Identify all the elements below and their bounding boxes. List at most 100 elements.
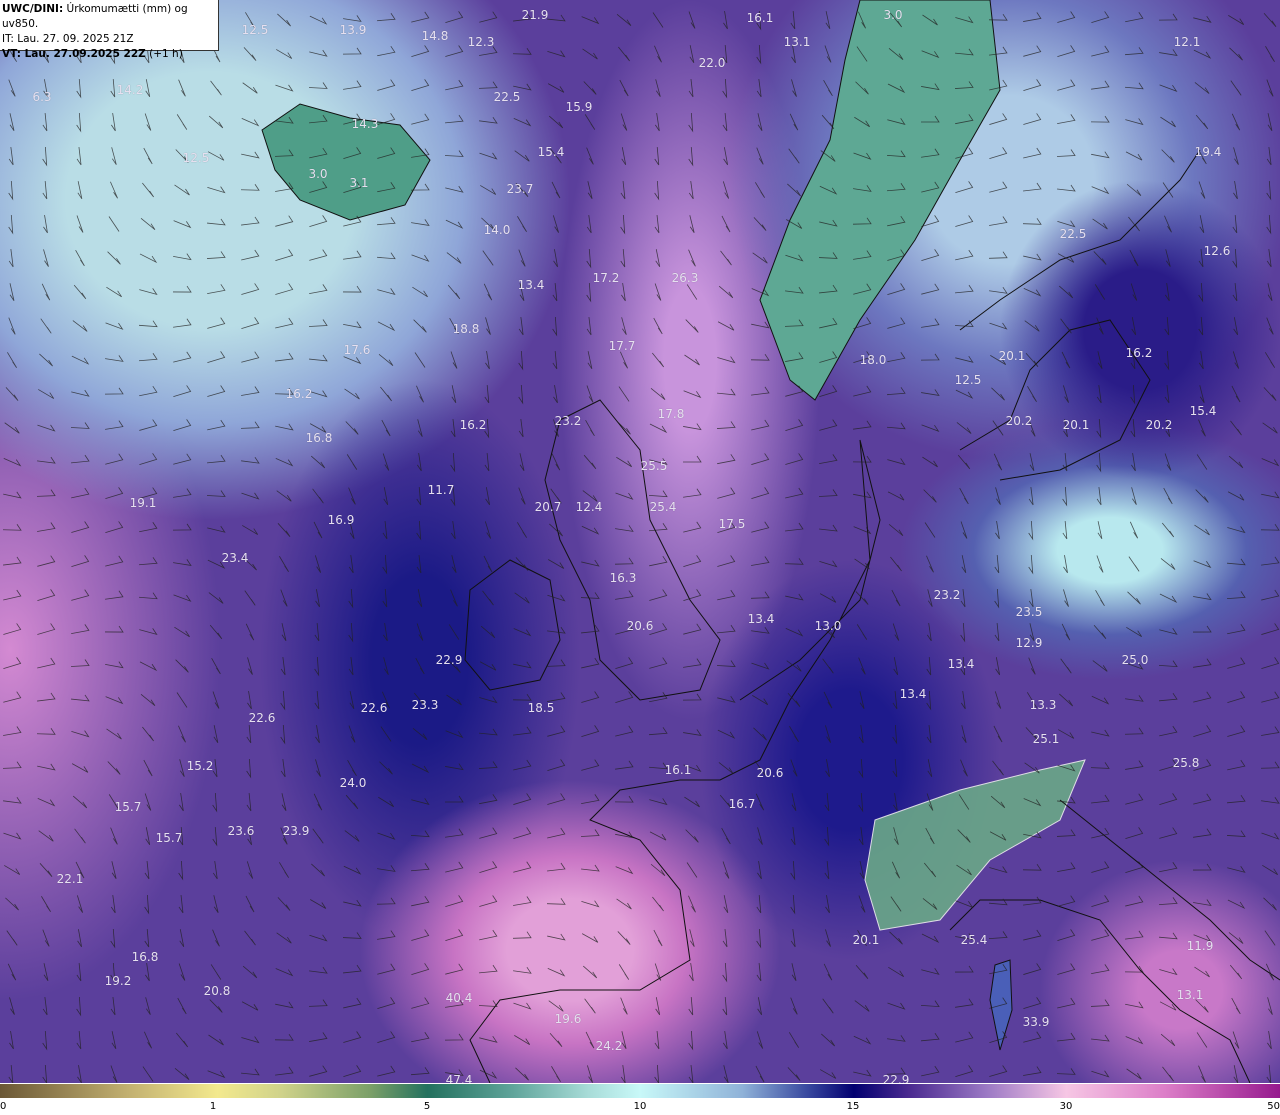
wind-barb: [447, 284, 461, 300]
wind-barb: [926, 555, 934, 573]
wind-barb: [553, 249, 558, 268]
wind-barb: [1198, 282, 1204, 303]
wind-barb: [36, 728, 56, 735]
wind-barb: [144, 113, 152, 131]
wind-barb: [3, 657, 22, 670]
wind-barb: [753, 727, 767, 741]
wind-barb: [956, 422, 972, 434]
wind-barb: [77, 1065, 82, 1083]
wind-barb: [1023, 79, 1042, 92]
wind-barb: [1164, 453, 1172, 471]
wind-barb: [1091, 964, 1110, 974]
wind-barb: [174, 1068, 190, 1080]
precipitable-water-map[interactable]: 21.9 16.1 3.0 12.5 13.9 14.8 12.3 13.1 12.1 22.0 6…: [0, 0, 1280, 1083]
wind-barb: [960, 521, 968, 539]
wind-barb: [790, 759, 798, 777]
wind-barb: [1231, 997, 1241, 1015]
wind-barb: [444, 795, 464, 803]
wind-barb: [716, 660, 736, 667]
wind-barb: [275, 249, 294, 262]
wind-barb: [1056, 1068, 1076, 1075]
wind-barb: [1057, 929, 1076, 942]
wind-barb: [445, 861, 464, 873]
map-title-box: UWC/DINI: Úrkomumætti (mm) og uv850. IT:…: [0, 0, 219, 60]
wind-barb: [416, 520, 422, 541]
wind-barb: [8, 147, 14, 166]
wind-barb: [1023, 1031, 1042, 1043]
wind-barb: [1263, 387, 1277, 401]
wind-barb: [410, 830, 430, 838]
wind-barb: [479, 728, 498, 736]
wind-barb: [3, 458, 22, 467]
land-iceland: [261, 103, 431, 221]
wind-barb: [1096, 555, 1104, 573]
wind-barb: [382, 521, 388, 540]
wind-barb: [751, 386, 770, 396]
wind-barb: [310, 899, 327, 909]
map-value-label: 20.7: [534, 500, 562, 514]
wind-barb: [246, 758, 252, 779]
wind-barb: [39, 353, 53, 367]
wind-barb: [786, 660, 802, 672]
wind-barb: [1060, 318, 1072, 334]
map-value-label: 12.9: [1015, 636, 1043, 650]
wind-barb: [275, 283, 294, 295]
map-value-label: 12.6: [1203, 244, 1231, 258]
wind-barb: [717, 454, 736, 465]
wind-barb: [992, 760, 1004, 776]
wind-barb: [887, 352, 906, 363]
wind-barb: [995, 521, 1000, 540]
wind-barb: [1199, 385, 1205, 403]
wind-barb: [344, 388, 360, 400]
wind-barb: [1028, 554, 1034, 575]
wind-barb: [1161, 149, 1175, 163]
wind-barb: [37, 657, 56, 669]
wind-barb: [1261, 556, 1280, 566]
wind-barb: [71, 487, 90, 499]
wind-barb: [688, 963, 694, 982]
wind-barb: [207, 385, 226, 397]
wind-barb: [921, 933, 940, 944]
wind-barb: [1057, 895, 1076, 907]
wind-barb: [615, 760, 634, 770]
wind-barb: [1231, 113, 1241, 131]
wind-barb: [614, 557, 634, 565]
wind-barb: [581, 900, 600, 908]
wind-barb: [8, 249, 14, 268]
wind-barb: [819, 419, 838, 431]
wind-barb: [1056, 149, 1076, 157]
wind-barb: [144, 894, 150, 915]
map-value-label: 22.9: [882, 1073, 910, 1083]
wind-barb: [892, 758, 898, 778]
wind-barb: [955, 1065, 974, 1077]
wind-barb: [654, 283, 662, 301]
wind-barb: [790, 827, 796, 846]
wind-barb: [1125, 118, 1144, 126]
wind-barb: [1199, 215, 1205, 234]
wind-barb: [819, 524, 838, 532]
wind-barb: [654, 180, 660, 201]
wind-barb: [1227, 899, 1246, 909]
wind-barb: [240, 421, 260, 429]
wind-barb: [308, 999, 328, 1007]
wind-barb: [111, 1031, 117, 1050]
wind-barb: [1227, 624, 1246, 635]
wind-barb: [275, 1066, 294, 1076]
wind-barb: [615, 831, 634, 839]
wind-barb: [1159, 692, 1178, 702]
colorbar-tick: 30: [1059, 1101, 1073, 1112]
wind-barb: [886, 422, 906, 430]
wind-barb: [581, 794, 600, 805]
wind-barb: [342, 47, 362, 55]
wind-barb: [955, 389, 974, 399]
wind-barb: [583, 81, 597, 95]
map-value-label: 15.2: [186, 759, 214, 773]
wind-barb: [313, 793, 323, 811]
wind-barb: [757, 113, 763, 131]
map-value-label: 17.6: [343, 343, 371, 357]
wind-barb: [42, 1064, 48, 1083]
wind-barb: [654, 963, 662, 981]
wind-barb: [1091, 895, 1110, 908]
map-value-label: 23.4: [221, 551, 249, 565]
wind-barb: [1091, 695, 1110, 705]
